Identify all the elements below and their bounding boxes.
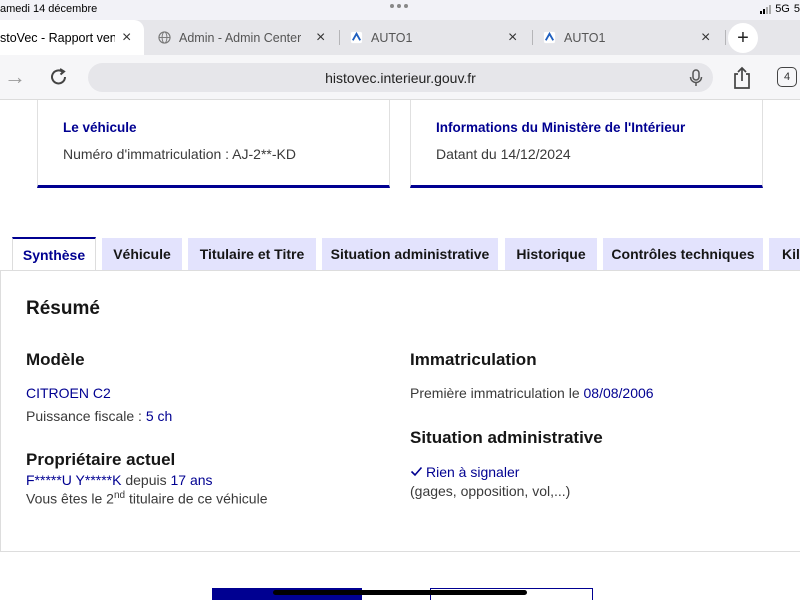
registration-heading: Immatriculation — [410, 350, 537, 369]
browser-tab-auto1-2[interactable]: AUTO1 × — [543, 20, 723, 55]
url-bar[interactable]: histovec.interieur.gouv.fr — [88, 63, 713, 92]
auto1-favicon-icon — [350, 31, 363, 44]
network-label: 5G — [775, 3, 790, 15]
summary-panel: Résumé Modèle CITROEN C2 Puissance fisca… — [0, 270, 800, 552]
fiscal-power-value: 5 ch — [145, 408, 173, 424]
browser-tab-auto1[interactable]: AUTO1 × — [350, 20, 530, 55]
status-date: amedi 14 décembre — [0, 3, 98, 15]
tab-divider — [725, 30, 726, 45]
tab-titulaire[interactable]: Titulaire et Titre — [188, 238, 316, 270]
tab-divider — [339, 30, 340, 45]
close-tab-icon[interactable]: × — [316, 29, 325, 47]
owner-rank-prefix: Vous êtes le 2 — [26, 490, 114, 507]
admin-heading: Situation administrative — [410, 428, 603, 447]
auto1-favicon-icon — [543, 31, 556, 44]
owner-rank: Vous êtes le 2nd titulaire de ce véhicul… — [26, 490, 268, 507]
model-heading: Modèle — [26, 350, 85, 369]
url-text: histovec.interieur.gouv.fr — [325, 69, 476, 86]
summary-title: Résumé — [26, 298, 100, 319]
first-registration-label: Première immatriculation le — [410, 385, 584, 401]
browser-tab-histovec[interactable]: stoVec - Rapport vend × — [0, 20, 144, 55]
microphone-icon[interactable] — [689, 69, 703, 87]
vehicle-card-title: Le véhicule — [63, 120, 137, 135]
tab-synthese[interactable]: Synthèse — [12, 237, 96, 271]
multitasking-dots-icon[interactable] — [390, 4, 408, 8]
report-tabs: Synthèse Véhicule Titulaire et Titre Sit… — [0, 237, 800, 271]
tab-vehicule[interactable]: Véhicule — [102, 238, 182, 270]
fiscal-power-label: Puissance fiscale : — [26, 408, 146, 424]
model-name: CITROEN C2 — [26, 385, 111, 401]
close-tab-icon[interactable]: × — [508, 29, 517, 47]
battery-label: 5 — [793, 3, 800, 15]
checkmark-icon — [410, 466, 423, 477]
tab-historique[interactable]: Historique — [505, 238, 597, 270]
browser-tab-admin[interactable]: Admin - Admin Center × — [158, 20, 338, 55]
first-registration: Première immatriculation le 08/08/2006 — [410, 385, 654, 401]
close-tab-icon[interactable]: × — [122, 29, 131, 47]
owner-since-value: 17 ans — [170, 472, 213, 488]
reload-icon[interactable] — [48, 66, 70, 88]
signal-icon — [760, 4, 772, 14]
new-tab-button[interactable]: + — [728, 23, 758, 53]
browser-tab-title: stoVec - Rapport vend — [0, 30, 115, 45]
owner-heading: Propriétaire actuel — [26, 450, 176, 469]
owner-line: F*****U Y*****K depuis 17 ans — [26, 472, 213, 488]
close-tab-icon[interactable]: × — [701, 29, 710, 47]
owner-rank-suffix: titulaire de ce véhicule — [125, 490, 268, 507]
tab-kilometrage[interactable]: Kilo — [769, 238, 800, 270]
share-icon[interactable] — [732, 66, 752, 90]
owner-since-label: depuis — [121, 472, 171, 488]
admin-status-text: Rien à signaler — [426, 464, 520, 480]
owner-rank-sup: nd — [113, 490, 126, 501]
browser-tab-title: AUTO1 — [371, 30, 413, 45]
vehicle-card: Le véhicule Numéro d'immatriculation : A… — [37, 100, 390, 188]
fiscal-power: Puissance fiscale : 5 ch — [26, 408, 172, 424]
ministry-card: Informations du Ministère de l'Intérieur… — [410, 100, 763, 188]
tab-count-button[interactable]: 4 — [777, 67, 797, 87]
browser-tab-title: Admin - Admin Center — [179, 30, 302, 45]
status-indicators: 5G 5 — [760, 3, 800, 15]
tab-situation-administrative[interactable]: Situation administrative — [322, 238, 498, 270]
first-registration-date: 08/08/2006 — [583, 385, 654, 401]
browser-tab-bar: stoVec - Rapport vend × Admin - Admin Ce… — [0, 20, 800, 55]
globe-icon — [158, 31, 171, 44]
registration-number: Numéro d'immatriculation : AJ-2**-KD — [63, 146, 296, 162]
ministry-card-title: Informations du Ministère de l'Intérieur — [436, 120, 686, 135]
owner-name: F*****U Y*****K — [26, 472, 122, 488]
tab-divider — [532, 30, 533, 45]
forward-arrow-icon[interactable]: → — [4, 64, 26, 90]
home-indicator[interactable] — [273, 590, 527, 595]
admin-status: Rien à signaler — [410, 464, 519, 480]
status-bar: amedi 14 décembre 5G 5 — [0, 0, 800, 20]
browser-tab-title: AUTO1 — [564, 30, 606, 45]
address-toolbar: → histovec.interieur.gouv.fr 4 — [0, 55, 800, 100]
admin-details: (gages, opposition, vol,...) — [410, 483, 571, 499]
ministry-date: Datant du 14/12/2024 — [436, 146, 571, 162]
tab-controles-techniques[interactable]: Contrôles techniques — [603, 238, 763, 270]
